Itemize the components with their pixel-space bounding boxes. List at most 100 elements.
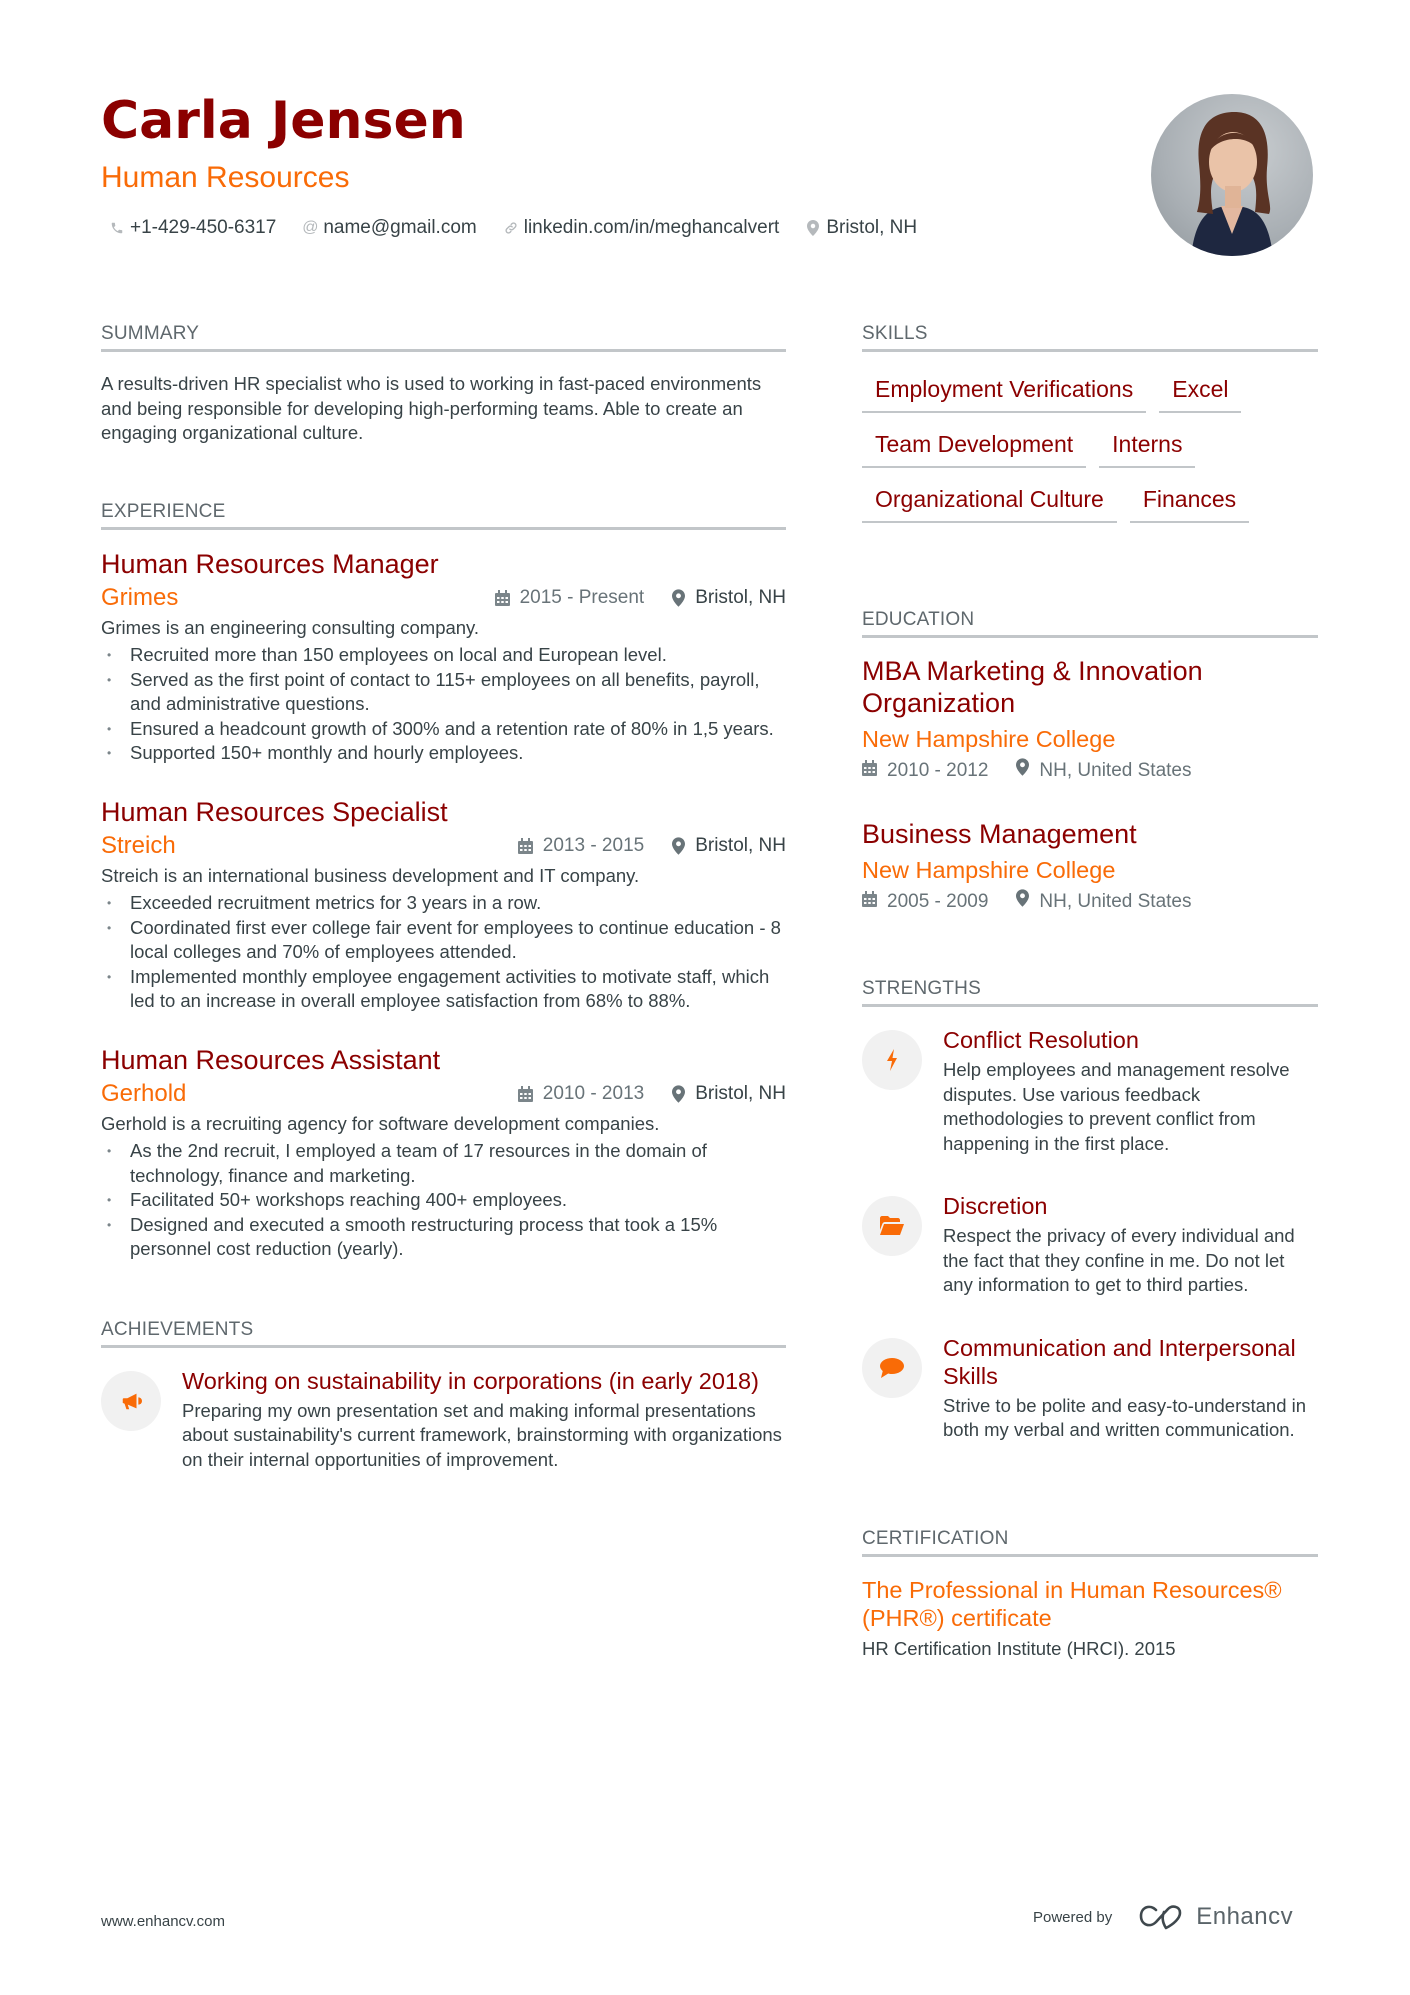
summary-text: A results-driven HR specialist who is us… [101, 373, 762, 443]
at-icon: @ [302, 219, 319, 236]
candidate-role: Human Resources [101, 161, 350, 194]
job-bullet: Ensured a headcount growth of 300% and a… [101, 717, 786, 742]
job-location: Bristol, NH [695, 1082, 786, 1104]
job-location: Bristol, NH [695, 834, 786, 856]
job-location: Bristol, NH [695, 586, 786, 608]
experience-item: Human Resources Manager Grimes 2015 - Pr… [101, 547, 786, 766]
experience-item: Human Resources Specialist Streich 2013 … [101, 795, 786, 1014]
certification-item: The Professional in Human Resources® (PH… [862, 1576, 1318, 1661]
skill-tag: Team Development [862, 429, 1087, 468]
education-location: NH, United States [1039, 760, 1192, 781]
strength-title: Conflict Resolution [943, 1027, 1139, 1053]
company-name: Streich [101, 831, 176, 859]
contact-location-text: Bristol, NH [826, 217, 918, 238]
company-description: Streich is an international business dev… [101, 864, 640, 886]
school-name: New Hampshire College [862, 857, 1116, 883]
education-section: EDUCATION MBA Marketing & Innovation Org… [862, 608, 1318, 915]
experience-section: EXPERIENCE Human Resources Manager Grime… [101, 500, 786, 1262]
education-dates: 2005 - 2009 [887, 891, 989, 912]
job-title: Human Resources Specialist [101, 796, 448, 827]
calendar-icon [494, 589, 510, 606]
education-item: Business Management New Hampshire Colleg… [862, 818, 1318, 915]
skills-heading: SKILLS [862, 322, 1318, 352]
contact-linkedin-text: linkedin.com/in/meghancalvert [523, 217, 780, 238]
education-item: MBA Marketing & Innovation Organization … [862, 655, 1318, 784]
candidate-name: Carla Jensen [101, 91, 466, 151]
location-icon [672, 588, 686, 607]
achievement-description: Preparing my own presentation set and ma… [182, 1399, 782, 1470]
job-title: Human Resources Assistant [101, 1044, 441, 1075]
strengths-section: STRENGTHS Conflict Resolution Help emplo… [862, 977, 1318, 1443]
contact-row: +1-429-450-6317 @ name@gmail.com linkedi… [101, 215, 1101, 241]
folder-open-icon [862, 1196, 922, 1256]
summary-heading: SUMMARY [101, 322, 786, 352]
job-dates: 2015 - Present [519, 586, 645, 608]
job-bullet: Exceeded recruitment metrics for 3 years… [101, 891, 786, 916]
strengths-heading: STRENGTHS [862, 977, 1318, 1007]
phone-icon [109, 221, 125, 235]
megaphone-icon [101, 1370, 161, 1431]
job-bullet: Facilitated 50+ workshops reaching 400+ … [101, 1188, 786, 1213]
achievements-section: ACHIEVEMENTS Working on sustainability i… [101, 1318, 786, 1473]
achievement-title: Working on sustainability in corporation… [182, 1367, 759, 1394]
powered-by-label: Powered by [1033, 1908, 1113, 1926]
skill-tag: Employment Verifications [862, 374, 1147, 413]
location-icon [672, 836, 686, 855]
skill-tag: Finances [1129, 484, 1250, 523]
job-bullet: Designed and executed a smooth restructu… [101, 1213, 786, 1262]
degree-title: Business Management [862, 819, 1137, 849]
summary-section: SUMMARY A results-driven HR specialist w… [101, 322, 786, 446]
contact-phone[interactable]: +1-429-450-6317 [109, 215, 276, 241]
right-column: SKILLS Employment Verifications Excel Te… [862, 322, 1318, 1661]
footer-branding[interactable]: Powered by Enhancv [1033, 1903, 1293, 1931]
contact-email-text: name@gmail.com [323, 217, 477, 238]
job-bullet: Recruited more than 150 employees on loc… [101, 643, 786, 668]
job-bullet: Supported 150+ monthly and hourly employ… [101, 741, 786, 766]
degree-title: MBA Marketing & Innovation Organization [862, 656, 1203, 718]
job-bullets: Recruited more than 150 employees on loc… [101, 643, 786, 766]
school-name: New Hampshire College [862, 726, 1116, 752]
skills-list: Employment Verifications Excel Team Deve… [862, 374, 1318, 523]
company-description: Gerhold is a recruiting agency for softw… [101, 1112, 660, 1134]
calendar-icon [517, 837, 533, 854]
strength-item: Conflict Resolution Help employees and m… [862, 1026, 1318, 1156]
link-icon [503, 221, 519, 235]
brand-name: Enhancv [1196, 1903, 1294, 1930]
achievements-heading: ACHIEVEMENTS [101, 1318, 786, 1348]
contact-phone-text: +1-429-450-6317 [130, 217, 277, 238]
skill-tag: Organizational Culture [862, 484, 1117, 523]
company-name: Gerhold [101, 1079, 187, 1107]
calendar-icon [862, 758, 877, 784]
skills-section: SKILLS Employment Verifications Excel Te… [862, 322, 1318, 523]
enhancv-logo: Enhancv [1138, 1903, 1293, 1931]
job-bullets: As the 2nd recruit, I employed a team of… [101, 1139, 786, 1262]
left-column: SUMMARY A results-driven HR specialist w… [101, 322, 786, 1472]
footer-website[interactable]: www.enhancv.com [101, 1913, 225, 1930]
job-bullet: Coordinated first ever college fair even… [101, 916, 786, 965]
location-icon [1016, 889, 1030, 915]
job-dates: 2010 - 2013 [542, 1082, 645, 1104]
company-name: Grimes [101, 583, 179, 611]
education-heading: EDUCATION [862, 608, 1318, 638]
location-icon [1016, 758, 1030, 784]
certification-section: CERTIFICATION The Professional in Human … [862, 1527, 1318, 1661]
experience-item: Human Resources Assistant Gerhold 2010 -… [101, 1043, 786, 1262]
strength-description: Help employees and management resolve di… [943, 1059, 1290, 1154]
strength-description: Strive to be polite and easy-to-understa… [943, 1394, 1307, 1441]
skill-tag: Excel [1159, 374, 1242, 413]
contact-location: Bristol, NH [805, 215, 917, 241]
strength-title: Discretion [943, 1193, 1048, 1219]
certification-issuer: HR Certification Institute (HRCI). 2015 [862, 1637, 1176, 1659]
job-bullet: As the 2nd recruit, I employed a team of… [101, 1139, 786, 1188]
certification-title: The Professional in Human Resources® (PH… [862, 1576, 1282, 1631]
resume-header: Carla Jensen Human Resources +1-429-450-… [101, 88, 1101, 241]
strength-title: Communication and Interpersonal Skills [943, 1334, 1296, 1389]
contact-linkedin[interactable]: linkedin.com/in/meghancalvert [503, 215, 780, 241]
strength-description: Respect the privacy of every individual … [943, 1225, 1295, 1295]
certification-heading: CERTIFICATION [862, 1527, 1318, 1557]
education-dates: 2010 - 2012 [887, 760, 989, 781]
strength-item: Discretion Respect the privacy of every … [862, 1192, 1318, 1298]
contact-email[interactable]: @ name@gmail.com [302, 215, 477, 241]
skill-tag: Interns [1099, 429, 1196, 468]
location-icon [805, 220, 821, 236]
